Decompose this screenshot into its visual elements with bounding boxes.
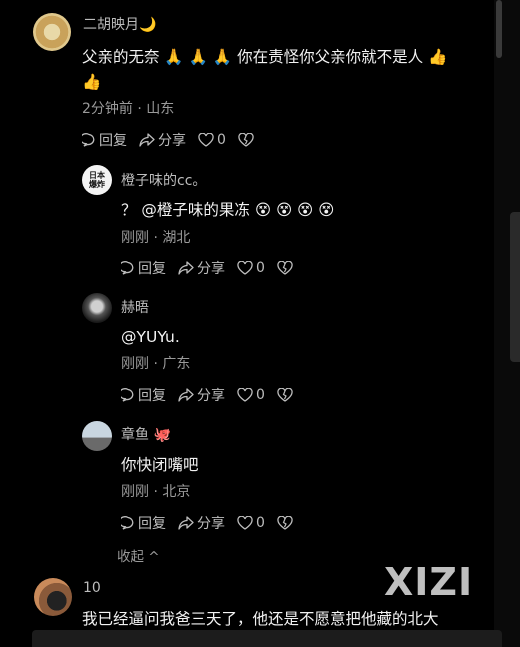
reply-icon (121, 261, 134, 275)
comment-input-bar[interactable] (32, 630, 502, 647)
comment-meta: 刚刚 · 广东 (121, 356, 191, 372)
share-button[interactable]: 分享 (178, 513, 225, 533)
share-button[interactable]: 分享 (178, 258, 225, 278)
broken-heart-icon (277, 388, 293, 402)
broken-heart-icon (277, 261, 293, 275)
scrollbar-thumb[interactable] (496, 0, 502, 58)
like-count: 0 (256, 260, 265, 276)
comment-meta: 2分钟前 · 山东 (82, 101, 175, 117)
comment-actions: 回复 分享 0 (121, 385, 308, 405)
like-count: 0 (256, 387, 265, 403)
dislike-button[interactable] (277, 261, 296, 275)
share-label: 分享 (197, 388, 225, 404)
comment-text: @YUYu. (121, 328, 180, 346)
like-count: 0 (256, 515, 265, 531)
reply-label: 回复 (138, 261, 166, 277)
share-button[interactable]: 分享 (139, 130, 186, 150)
share-label: 分享 (197, 261, 225, 277)
reply-button[interactable]: 回复 (82, 130, 127, 150)
heart-icon (237, 261, 253, 275)
comment-actions: 回复 分享 0 (121, 258, 308, 278)
share-button[interactable]: 分享 (178, 385, 225, 405)
comment-meta: 刚刚 · 湖北 (121, 230, 191, 246)
avatar[interactable] (82, 421, 112, 451)
like-button[interactable]: 0 (198, 132, 226, 148)
heart-icon (198, 133, 214, 147)
reply-label: 回复 (138, 516, 166, 532)
avatar[interactable] (82, 293, 112, 323)
share-label: 分享 (158, 133, 186, 149)
comment-author[interactable]: 橙子味的cc。 (121, 170, 206, 190)
comment-author[interactable]: 二胡映月🌙 (83, 14, 156, 34)
comment-actions: 回复 分享 0 (82, 130, 269, 150)
dislike-button[interactable] (277, 388, 296, 402)
comment-author[interactable]: 章鱼 🐙 (121, 424, 171, 444)
avatar[interactable] (34, 578, 72, 616)
avatar-text: 日本 爆炸 (89, 171, 105, 189)
share-label: 分享 (197, 516, 225, 532)
share-icon (178, 388, 194, 402)
watermark-logo: XIZI (384, 560, 474, 604)
heart-icon (237, 516, 253, 530)
like-count: 0 (217, 132, 226, 148)
avatar[interactable]: 日本 爆炸 (82, 165, 112, 195)
like-button[interactable]: 0 (237, 260, 265, 276)
collapse-replies-button[interactable]: 收起 ^ (117, 545, 160, 565)
heart-icon (237, 388, 253, 402)
like-button[interactable]: 0 (237, 387, 265, 403)
share-icon (178, 261, 194, 275)
like-button[interactable]: 0 (237, 515, 265, 531)
dislike-button[interactable] (277, 516, 296, 530)
reply-icon (82, 133, 95, 147)
share-icon (139, 133, 155, 147)
comment-author[interactable]: 赫晤 (121, 297, 149, 317)
side-handle[interactable] (510, 212, 520, 362)
comment-meta: 刚刚 · 北京 (121, 484, 191, 500)
reply-button[interactable]: 回复 (121, 385, 166, 405)
comment-text: 父亲的无奈 🙏 🙏 🙏 你在责怪你父亲你就不是人 👍 (82, 48, 448, 66)
share-icon (178, 516, 194, 530)
comment-text-continued: 👍 (82, 73, 102, 91)
reply-icon (121, 388, 134, 402)
broken-heart-icon (277, 516, 293, 530)
reply-button[interactable]: 回复 (121, 258, 166, 278)
comment-actions: 回复 分享 0 (121, 513, 308, 533)
reply-label: 回复 (99, 133, 127, 149)
avatar[interactable] (33, 13, 71, 51)
reply-label: 回复 (138, 388, 166, 404)
comment-text: 我已经逼问我爸三天了，他还是不愿意把他藏的北大 (82, 610, 439, 628)
reply-icon (121, 516, 134, 530)
broken-heart-icon (238, 133, 254, 147)
dislike-button[interactable] (238, 133, 257, 147)
comment-text: ？ @橙子味的果冻 😵 😵 😵 😵 (121, 201, 335, 219)
comment-author[interactable]: 10 (83, 580, 101, 596)
reply-button[interactable]: 回复 (121, 513, 166, 533)
comment-text: 你快闭嘴吧 (121, 456, 199, 474)
